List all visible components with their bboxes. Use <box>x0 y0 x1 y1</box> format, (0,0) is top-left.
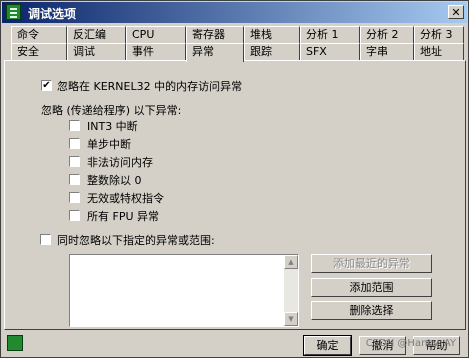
exception-checkbox-2[interactable] <box>69 138 80 149</box>
tab-4-tab2[interactable]: 异常 <box>186 43 244 62</box>
tab-2-tab2[interactable]: 调试 <box>67 43 126 60</box>
tab-7-tab1[interactable]: 分析 2 <box>360 26 414 43</box>
exception-checkbox-1[interactable] <box>69 120 80 131</box>
exception-label-5: 无效或特权指令 <box>87 192 164 205</box>
window-title: 调试选项 <box>28 7 77 21</box>
exception-label-6: 所有 FPU 异常 <box>87 210 160 223</box>
exception-checkbox-5[interactable] <box>69 192 80 203</box>
close-icon: ✕ <box>451 6 461 19</box>
ollydbg-icon <box>7 335 23 351</box>
exception-label-3: 非法访问内存 <box>87 156 153 169</box>
title-bar: 调试选项 ✕ <box>2 2 467 23</box>
vertical-scrollbar[interactable]: ▲ ▼ <box>284 255 298 326</box>
ignore-range-checkbox[interactable] <box>40 234 51 245</box>
scroll-down-arrow-icon[interactable]: ▼ <box>284 312 298 326</box>
exception-label-1: INT3 中断 <box>87 120 138 133</box>
scroll-up-arrow-icon[interactable]: ▲ <box>284 255 298 269</box>
tab-2-tab1[interactable]: 反汇编 <box>67 26 126 43</box>
close-button[interactable]: ✕ <box>448 5 464 19</box>
ignore-kernel32-checkbox[interactable]: ✔ <box>41 80 52 91</box>
tab-6-tab1[interactable]: 分析 1 <box>300 26 360 43</box>
ok-button[interactable]: 确定 <box>303 335 352 356</box>
tab-5-tab1[interactable]: 堆栈 <box>244 26 300 43</box>
tab-5-tab2[interactable]: 跟踪 <box>244 43 300 60</box>
exception-checkbox-3[interactable] <box>69 156 80 167</box>
exception-checkbox-4[interactable] <box>69 174 80 185</box>
exception-checkbox-6[interactable] <box>69 210 80 221</box>
exception-label-4: 整数除以 0 <box>87 174 142 187</box>
tab-1-tab1[interactable]: 命令 <box>11 26 67 43</box>
tab-7-tab2[interactable]: 字串 <box>360 43 414 60</box>
debug-options-dialog: 调试选项 ✕ 命令 反汇编 CPU 寄存器 堆栈 分析 1 分析 2 分析 3 安全 调试 事件异… <box>0 0 469 358</box>
checkmark-icon: ✔ <box>42 80 51 91</box>
app-icon <box>6 4 21 20</box>
exception-label-2: 单步中断 <box>87 138 131 151</box>
add-last-exception-button[interactable]: 添加最近的异常 <box>311 254 432 273</box>
tab-1-tab2[interactable]: 安全 <box>11 43 67 60</box>
tab-3-tab2[interactable]: 事件 <box>126 43 186 60</box>
exception-range-list[interactable]: ▲ ▼ <box>69 254 299 327</box>
tab-8-tab1[interactable]: 分析 3 <box>414 26 464 43</box>
tab-4-tab1[interactable]: 寄存器 <box>186 26 244 43</box>
watermark-text: CSDN @Hancy_AY <box>365 338 456 349</box>
tab-6-tab2[interactable]: SFX <box>300 43 360 60</box>
ignore-range-label: 同时忽略以下指定的异常或范围: <box>57 234 215 247</box>
tab-8-tab2[interactable]: 地址 <box>414 43 464 60</box>
pass-exceptions-heading: 忽略 (传递给程序) 以下异常: <box>41 104 182 117</box>
tab-3-tab1[interactable]: CPU <box>126 26 186 43</box>
ignore-kernel32-label: 忽略在 KERNEL32 中的内存访问异常 <box>57 80 243 93</box>
delete-selection-button[interactable]: 删除选择 <box>311 301 432 320</box>
add-range-button[interactable]: 添加范围 <box>311 278 432 297</box>
